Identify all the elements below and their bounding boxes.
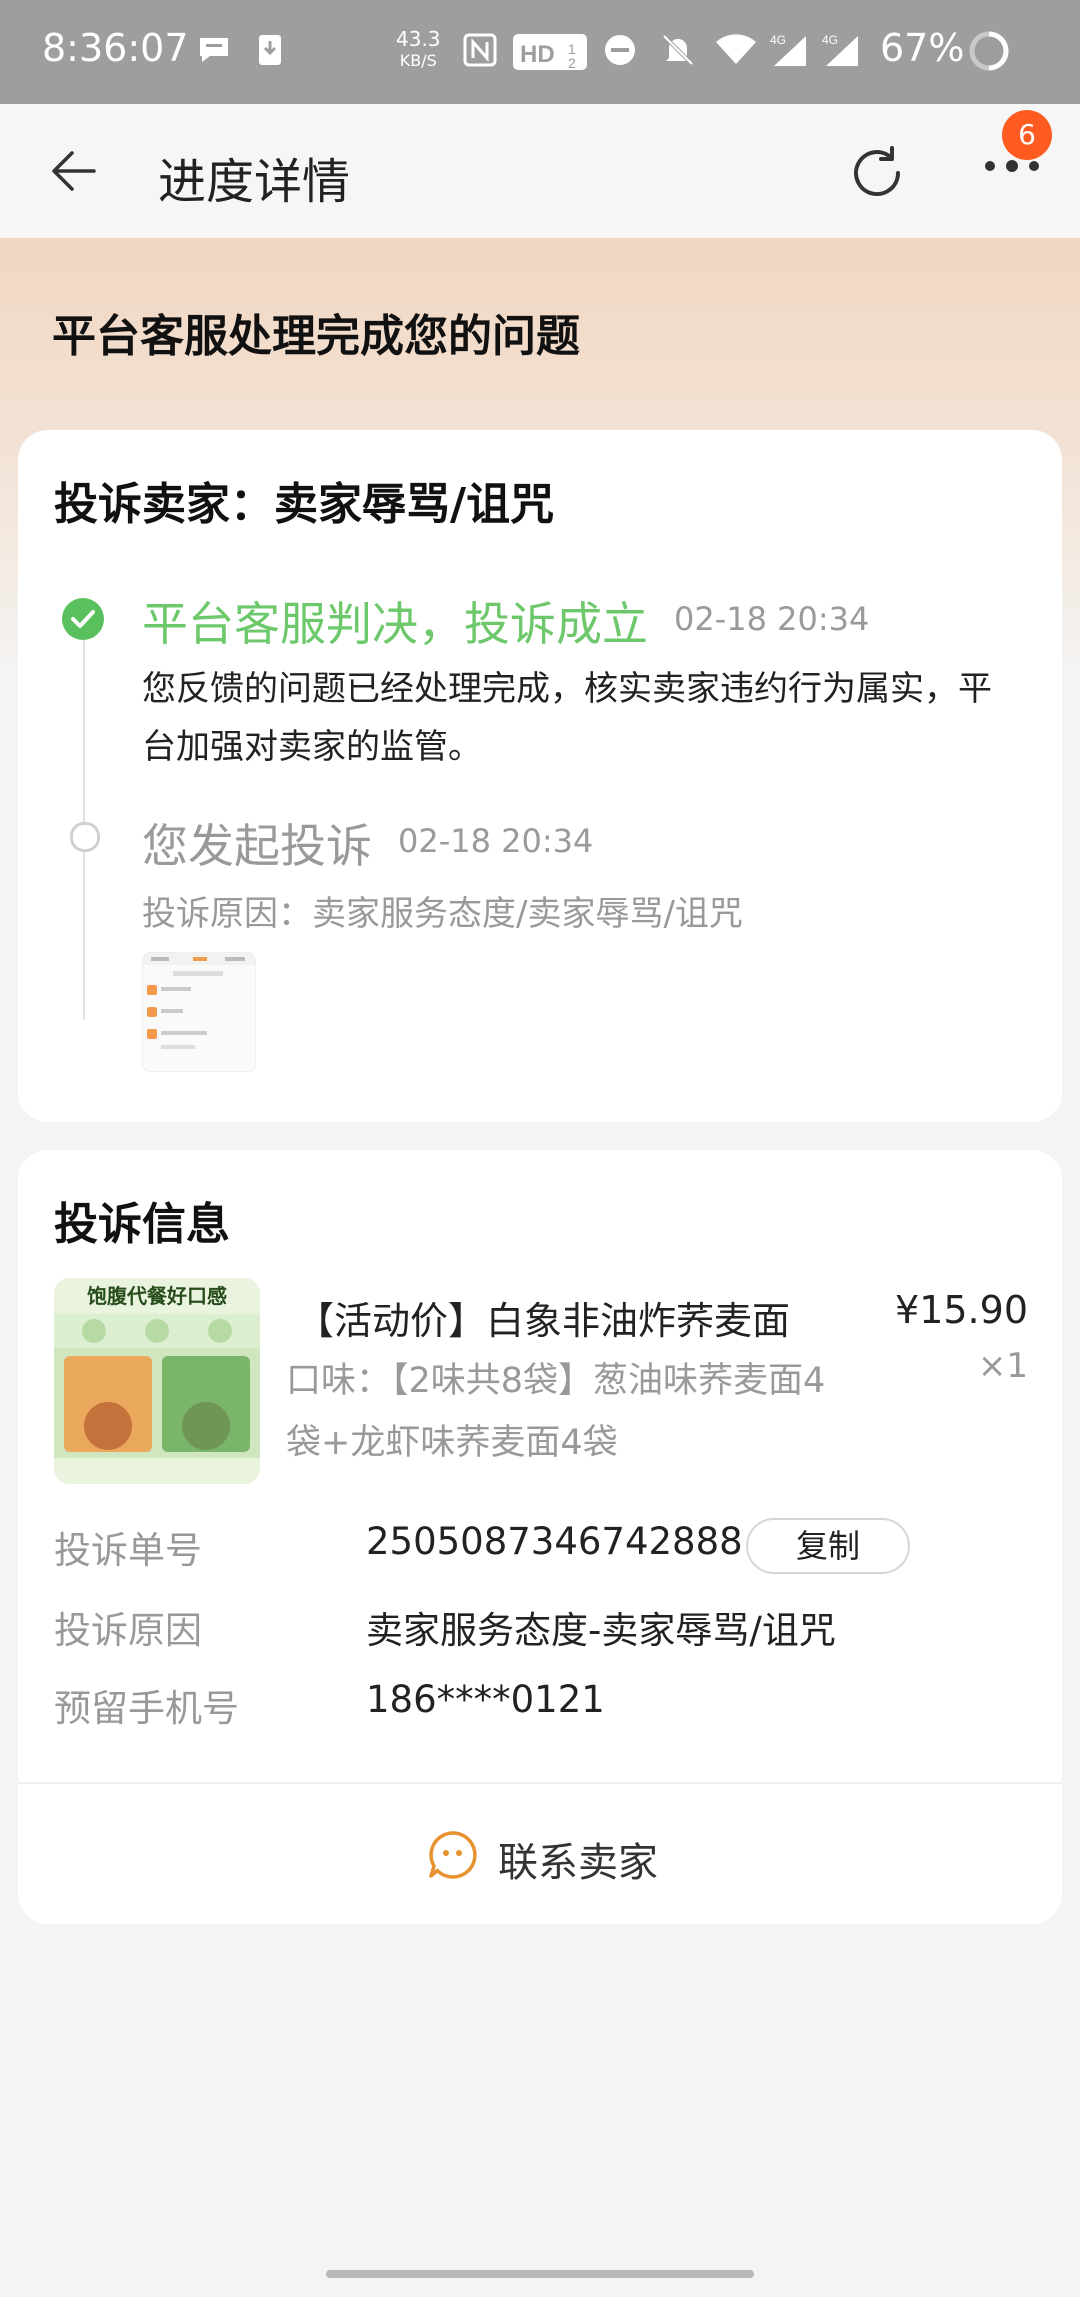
download-icon — [256, 32, 284, 72]
product-quantity: ×1 — [977, 1346, 1028, 1386]
page-title: 进度详情 — [158, 154, 351, 210]
phone-value: 186****0121 — [366, 1678, 605, 1721]
status-bar: 8:36:07 43.3 KB/S HD 1 2 4G 4G 67% — [0, 0, 1080, 104]
hd-icon: HD 1 2 — [512, 32, 588, 76]
divider — [18, 1782, 1062, 1784]
svg-text:4G: 4G — [770, 33, 786, 47]
nav-header: 进度详情 6 — [0, 104, 1080, 238]
message-icon — [196, 32, 232, 72]
complaint-title: 投诉卖家：卖家辱骂/诅咒 — [54, 479, 555, 530]
product-image[interactable]: 饱腹代餐好口感 — [54, 1278, 260, 1484]
battery-percent: 67% — [880, 26, 965, 70]
complaint-info-card: 投诉信息 饱腹代餐好口感 【活动价】白象非油炸荞麦面 ¥15.90 ×1 口味：… — [18, 1150, 1062, 1924]
timeline-dot — [70, 822, 100, 852]
nfc-icon — [462, 32, 498, 72]
svg-text:HD: HD — [520, 41, 555, 68]
copy-button[interactable]: 复制 — [746, 1518, 910, 1574]
product-name[interactable]: 【活动价】白象非油炸荞麦面 — [296, 1290, 856, 1345]
step-title-submitted: 您发起投诉 — [142, 819, 372, 873]
status-time: 8:36:07 — [42, 26, 189, 70]
product-price: ¥15.90 — [895, 1288, 1028, 1332]
banner-title: 平台客服处理完成您的问题 — [52, 311, 580, 362]
step-reason: 投诉原因：卖家服务态度/卖家辱骂/诅咒 — [142, 894, 743, 934]
timeline-line — [83, 600, 85, 1020]
contact-seller-label: 联系卖家 — [498, 1840, 658, 1886]
battery-icon — [968, 30, 1010, 76]
step-title-verdict: 平台客服判决，投诉成立 — [142, 597, 648, 651]
svg-text:2: 2 — [568, 55, 576, 71]
refresh-icon[interactable] — [846, 142, 908, 208]
step-time-submitted: 02-18 20:34 — [398, 822, 594, 860]
progress-card: 投诉卖家：卖家辱骂/诅咒 平台客服判决，投诉成立 02-18 20:34 您反馈… — [18, 430, 1062, 1122]
check-circle-icon — [62, 598, 104, 640]
seller-chat-icon — [426, 1828, 480, 1886]
product-spec: 口味：【2味共8袋】葱油味荞麦面4袋+龙虾味荞麦面4袋 — [286, 1361, 826, 1463]
svg-text:4G: 4G — [822, 33, 838, 47]
signal-4g-icon-1: 4G — [770, 32, 810, 72]
contact-seller-button[interactable]: 联系卖家 — [18, 1810, 1062, 1900]
notification-badge: 6 — [1002, 110, 1052, 160]
net-speed: 43.3 KB/S — [396, 27, 441, 70]
dnd-icon — [602, 32, 638, 72]
mute-bell-icon — [660, 32, 696, 72]
complaint-reason-label: 投诉原因 — [54, 1609, 202, 1652]
more-menu-icon[interactable] — [982, 158, 1042, 178]
info-title: 投诉信息 — [54, 1199, 230, 1250]
wifi-icon — [714, 32, 758, 72]
complaint-reason-value: 卖家服务态度-卖家辱骂/诅咒 — [366, 1609, 836, 1652]
evidence-thumbnail[interactable] — [142, 952, 256, 1072]
back-arrow-icon[interactable] — [50, 149, 98, 197]
signal-4g-icon-2: 4G — [822, 32, 862, 72]
home-indicator[interactable] — [326, 2270, 754, 2278]
complaint-id-value: 2505087346742888 — [366, 1520, 743, 1563]
step-desc-verdict: 您反馈的问题已经处理完成，核实卖家违约行为属实，平台加强对卖家的监管。 — [142, 669, 992, 767]
phone-label: 预留手机号 — [54, 1687, 239, 1730]
step-time-verdict: 02-18 20:34 — [674, 600, 870, 638]
complaint-id-label: 投诉单号 — [54, 1529, 202, 1572]
